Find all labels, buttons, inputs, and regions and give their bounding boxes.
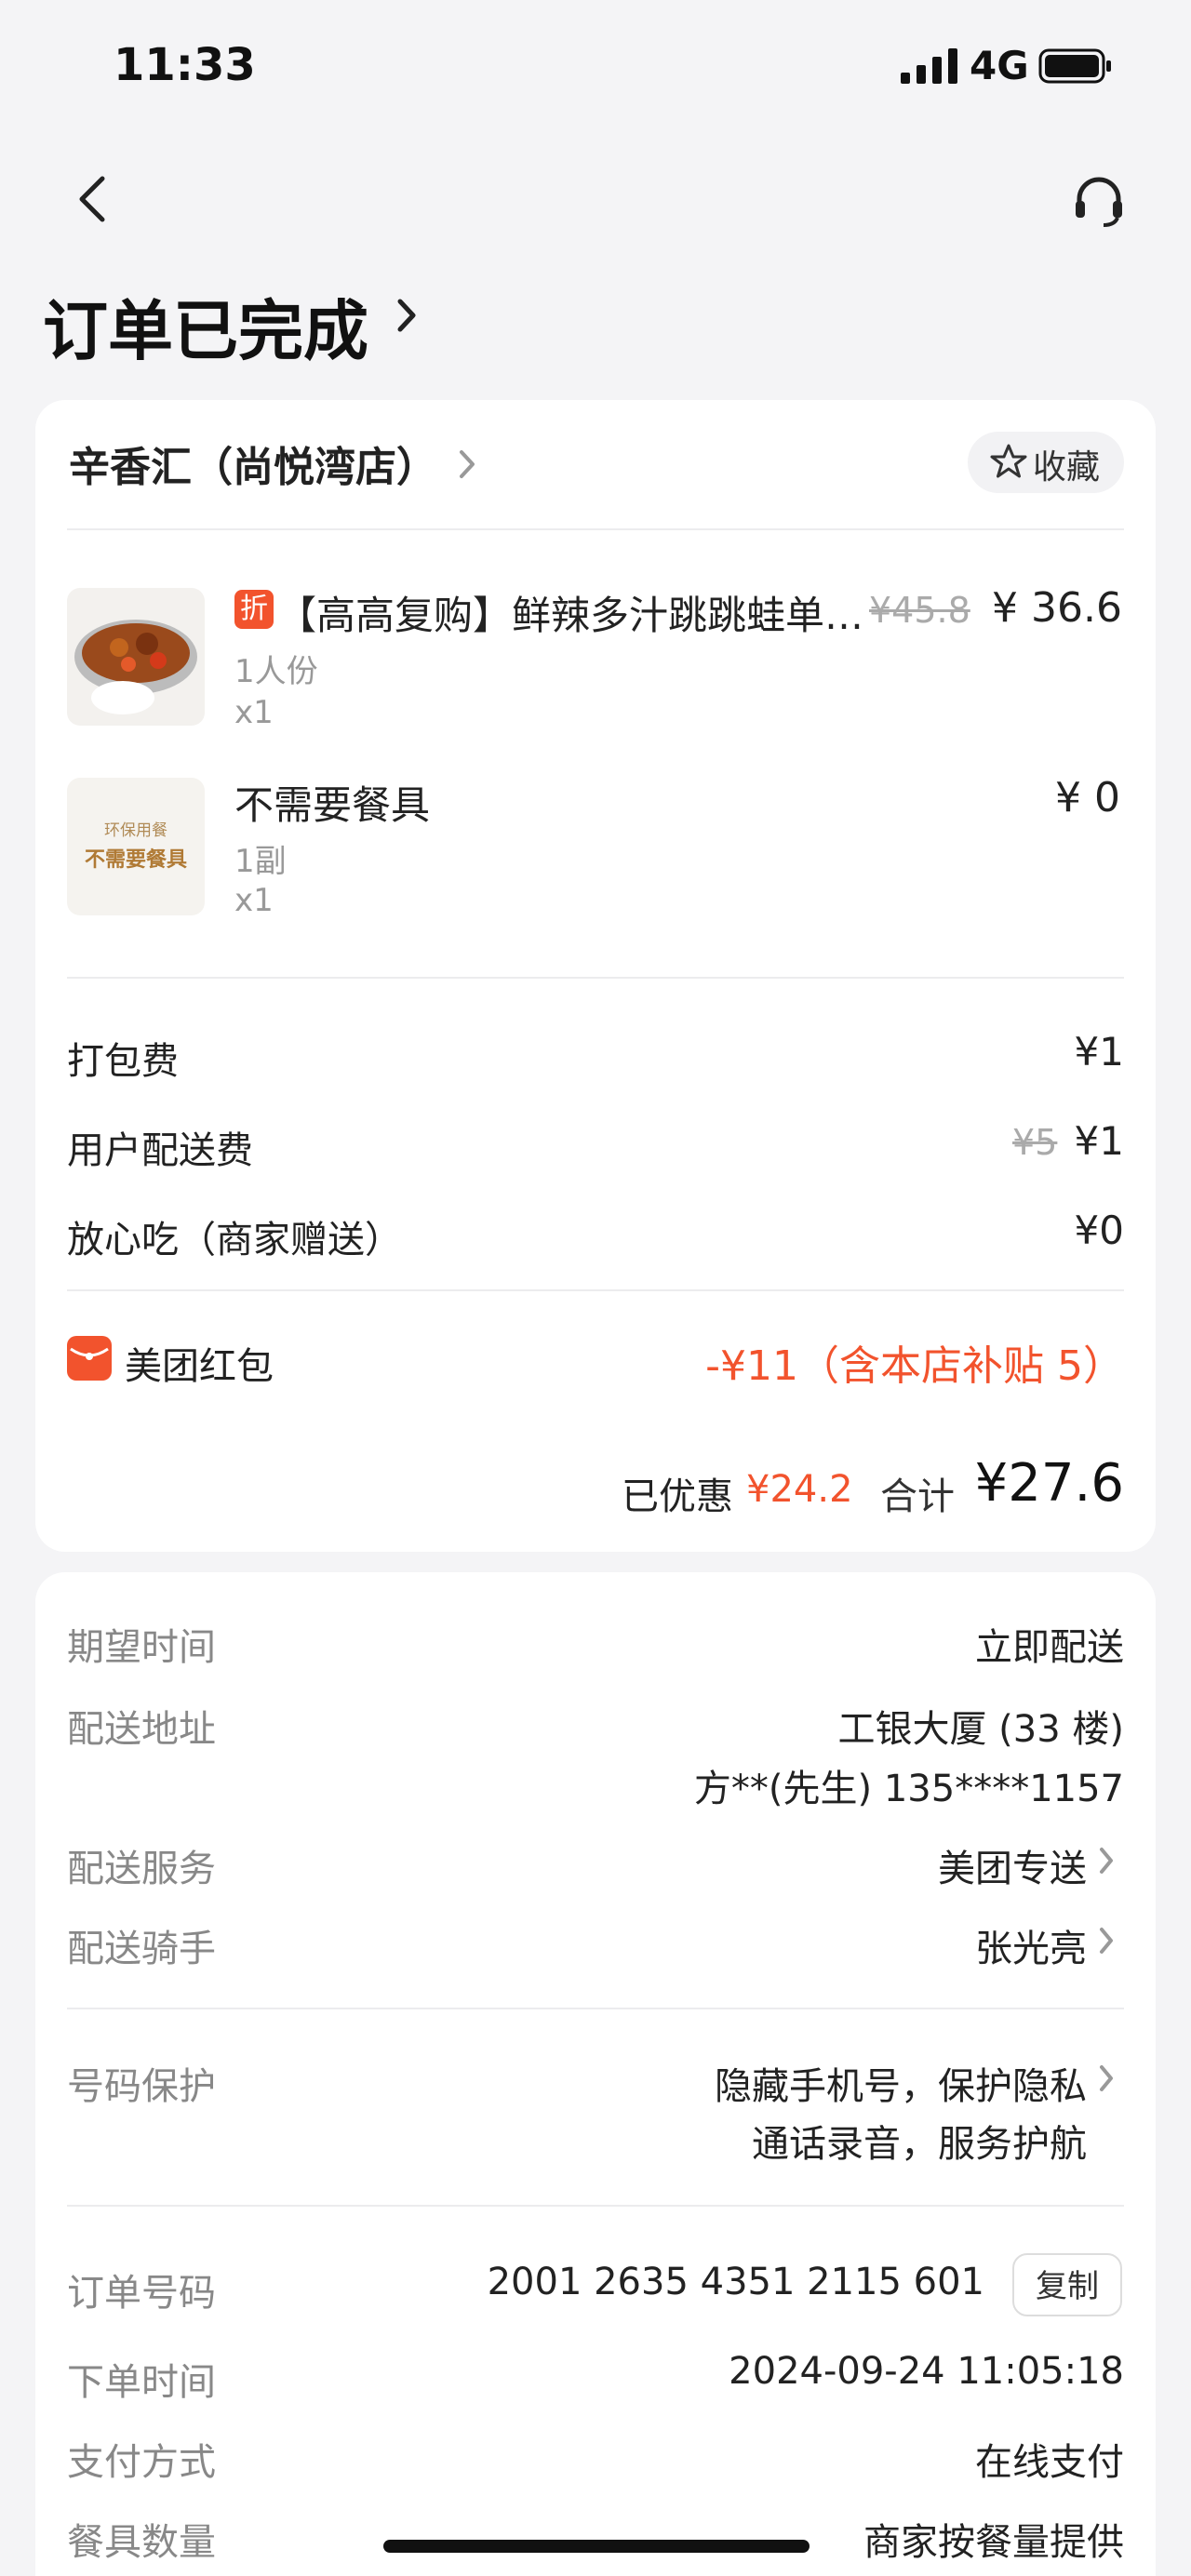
item-name: 【高高复购】鲜辣多汁跳跳蛙单… — [277, 593, 864, 638]
star-icon — [990, 444, 1027, 478]
order-time-value: 2024-09-24 11:05:18 — [729, 2350, 1124, 2393]
chevron-right-icon — [1100, 2065, 1113, 2091]
item-qty: x1 — [234, 694, 274, 731]
thumbnail-text: 不需要餐具 — [84, 848, 187, 872]
packing-fee-value: ¥1 — [1074, 1029, 1124, 1074]
saved-label: 已优惠 — [622, 1475, 733, 1518]
address-line2: 方**(先生) 135****1157 — [693, 1768, 1124, 1810]
delivery-service-label: 配送服务 — [67, 1848, 216, 1890]
expected-time-label: 期望时间 — [67, 1626, 216, 1669]
red-packet-icon — [67, 1336, 112, 1381]
signal-icon — [901, 48, 957, 84]
item-original-price: ¥45.8 — [869, 590, 970, 631]
favorite-label[interactable]: 收藏 — [1033, 440, 1100, 488]
discount-tag: 折 — [234, 590, 274, 629]
payment-value: 在线支付 — [975, 2441, 1124, 2484]
payment-label: 支付方式 — [67, 2441, 216, 2484]
address-line1: 工银大厦 (33 楼) — [837, 1708, 1124, 1751]
divider — [67, 528, 1124, 530]
chevron-right-icon — [1100, 1848, 1113, 1874]
saved-value: ¥24.2 — [746, 1468, 853, 1511]
total-value: ¥27.6 — [974, 1453, 1124, 1514]
back-icon[interactable] — [73, 173, 114, 225]
battery-icon — [1038, 48, 1111, 84]
privacy-label: 号码保护 — [67, 2065, 216, 2108]
red-packet-label: 美团红包 — [125, 1345, 274, 1388]
item-spec: 1人份 — [234, 653, 318, 690]
divider — [67, 2008, 1124, 2009]
chevron-right-icon — [397, 299, 416, 332]
packing-fee-label: 打包费 — [67, 1040, 179, 1083]
order-number-label: 订单号码 — [67, 2272, 216, 2315]
divider — [67, 1289, 1124, 1291]
item-price: ¥ 36.6 — [992, 584, 1122, 632]
safe-eat-value: ¥0 — [1074, 1208, 1124, 1253]
dish-thumbnail: 环保用餐 不需要餐具 — [67, 778, 205, 915]
privacy-line2: 通话录音，服务护航 — [752, 2123, 1087, 2166]
delivery-fee-label: 用户配送费 — [67, 1129, 253, 1172]
total-label: 合计 — [880, 1475, 955, 1518]
utensil-value: 商家按餐量提供 — [863, 2521, 1124, 2564]
red-packet-value: -¥11（含本店补贴 5） — [705, 1342, 1124, 1390]
divider — [67, 977, 1124, 979]
expected-time-value: 立即配送 — [975, 1626, 1124, 1669]
chevron-right-icon — [1100, 1928, 1113, 1954]
address-label: 配送地址 — [67, 1708, 216, 1751]
divider — [67, 2205, 1124, 2207]
delivery-service-value[interactable]: 美团专送 — [938, 1838, 1087, 1892]
item-price: ¥ 0 — [1055, 774, 1120, 821]
item-qty: x1 — [234, 882, 274, 919]
status-time: 11:33 — [114, 39, 256, 91]
headset-icon[interactable] — [1070, 173, 1128, 231]
order-number-value: 2001 2635 4351 2115 601 — [487, 2261, 984, 2303]
home-indicator — [383, 2540, 810, 2553]
chevron-right-icon — [460, 450, 475, 478]
rider-value[interactable]: 张光亮 — [975, 1918, 1087, 1972]
item-name: 不需要餐具 — [234, 782, 431, 828]
rider-label: 配送骑手 — [67, 1928, 216, 1970]
page-title[interactable]: 订单已完成 — [43, 279, 368, 373]
delivery-fee-value: ¥1 — [1074, 1118, 1124, 1164]
order-time-label: 下单时间 — [67, 2361, 216, 2404]
dish-thumbnail — [67, 588, 205, 726]
privacy-line1[interactable]: 隐藏手机号，保护隐私 — [715, 2056, 1087, 2110]
copy-button[interactable]: 复制 — [1012, 2253, 1122, 2316]
utensil-label: 餐具数量 — [67, 2521, 216, 2564]
network-label: 4G — [970, 43, 1029, 88]
item-spec: 1副 — [234, 843, 287, 880]
delivery-fee-original: ¥5 — [1012, 1122, 1058, 1163]
safe-eat-label: 放心吃（商家赠送） — [67, 1219, 402, 1261]
store-name[interactable]: 辛香汇（尚悦湾店） — [69, 434, 437, 493]
thumbnail-text: 环保用餐 — [104, 821, 167, 840]
